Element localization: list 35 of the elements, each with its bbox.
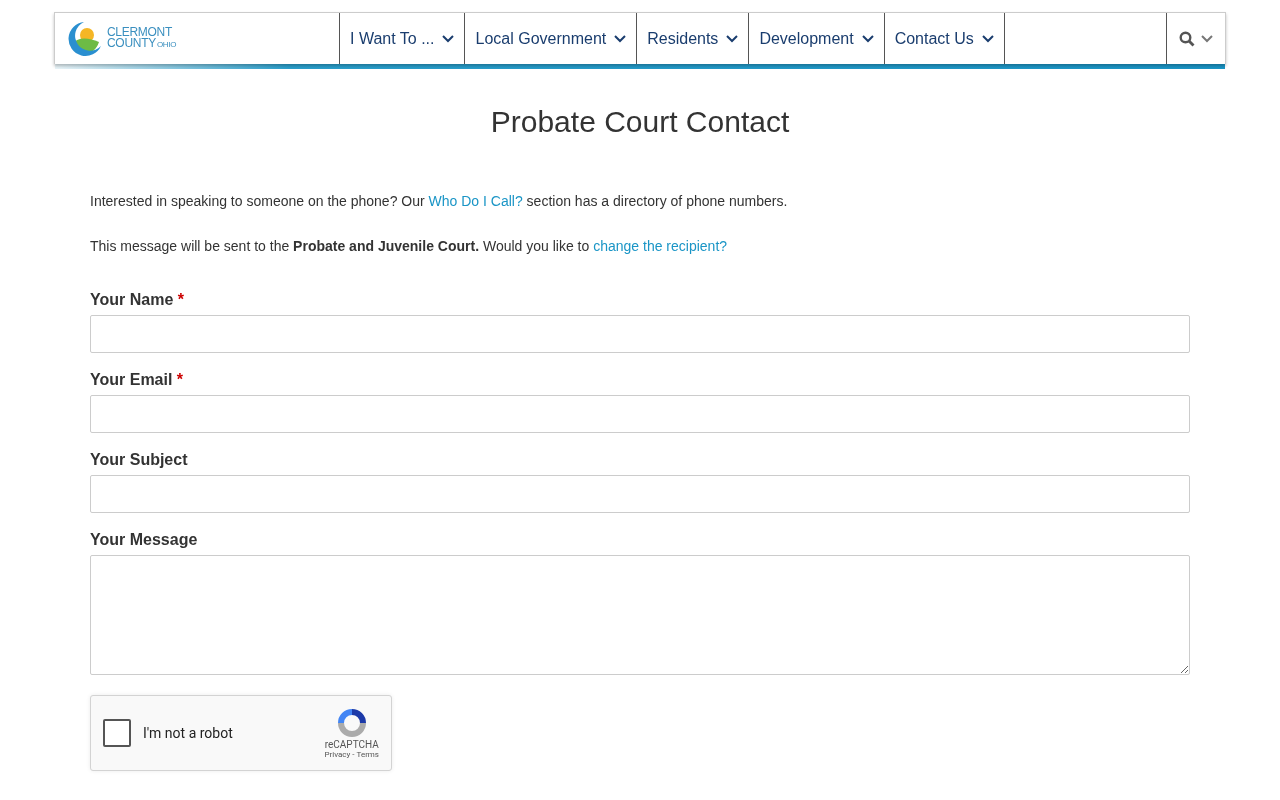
field-label: Your Message <box>90 531 199 549</box>
search-icon <box>1179 30 1195 47</box>
separator: - <box>352 750 355 759</box>
page-title: Probate Court Contact <box>489 105 791 139</box>
terms-link[interactable]: Terms <box>356 750 379 759</box>
nav-menu-item[interactable]: Local Government <box>464 13 637 64</box>
nav-menu-item[interactable]: I Want To ... <box>339 13 465 64</box>
captcha-label: I'm not a robot <box>143 725 233 741</box>
input-field[interactable] <box>90 395 1190 433</box>
text-link[interactable]: change the recipient? <box>593 238 728 254</box>
intro-text: Interested in speaking to someone on the phone? Our Who Do I Call? section has a directory of phone numbers. <box>90 192 789 210</box>
chevron-down-icon <box>442 34 455 43</box>
text-link[interactable]: Who Do I Call? <box>428 193 523 209</box>
logo-text: COUNTYOHIO <box>107 38 177 50</box>
field-label: Your Name * <box>90 291 185 309</box>
search-button[interactable] <box>1166 13 1225 64</box>
recaptcha-icon <box>335 707 368 739</box>
nav-menu-item[interactable]: Contact Us <box>883 13 1004 64</box>
chevron-down-icon <box>981 34 994 43</box>
nav-menu-item[interactable]: Development <box>748 13 884 64</box>
field-label: Your Email * <box>90 371 185 389</box>
message-field[interactable] <box>90 555 1190 675</box>
chevron-down-icon <box>726 34 739 43</box>
intro-text: This message will be sent to the Probate and Juvenile Court. Would you like to change the recipient? <box>90 237 729 255</box>
input-field[interactable] <box>90 315 1190 353</box>
input-field[interactable] <box>90 475 1190 513</box>
logo-text: CLERMONT <box>107 27 173 38</box>
privacy-link[interactable]: Privacy <box>324 750 351 759</box>
chevron-down-icon <box>1201 35 1213 43</box>
recaptcha-label: reCAPTCHA <box>324 739 379 750</box>
chevron-down-icon <box>614 34 627 43</box>
chevron-down-icon <box>861 34 874 43</box>
nav-menu-item[interactable]: Residents <box>636 13 749 64</box>
captcha-checkbox[interactable] <box>103 719 131 747</box>
field-label: Your Subject <box>90 451 189 469</box>
